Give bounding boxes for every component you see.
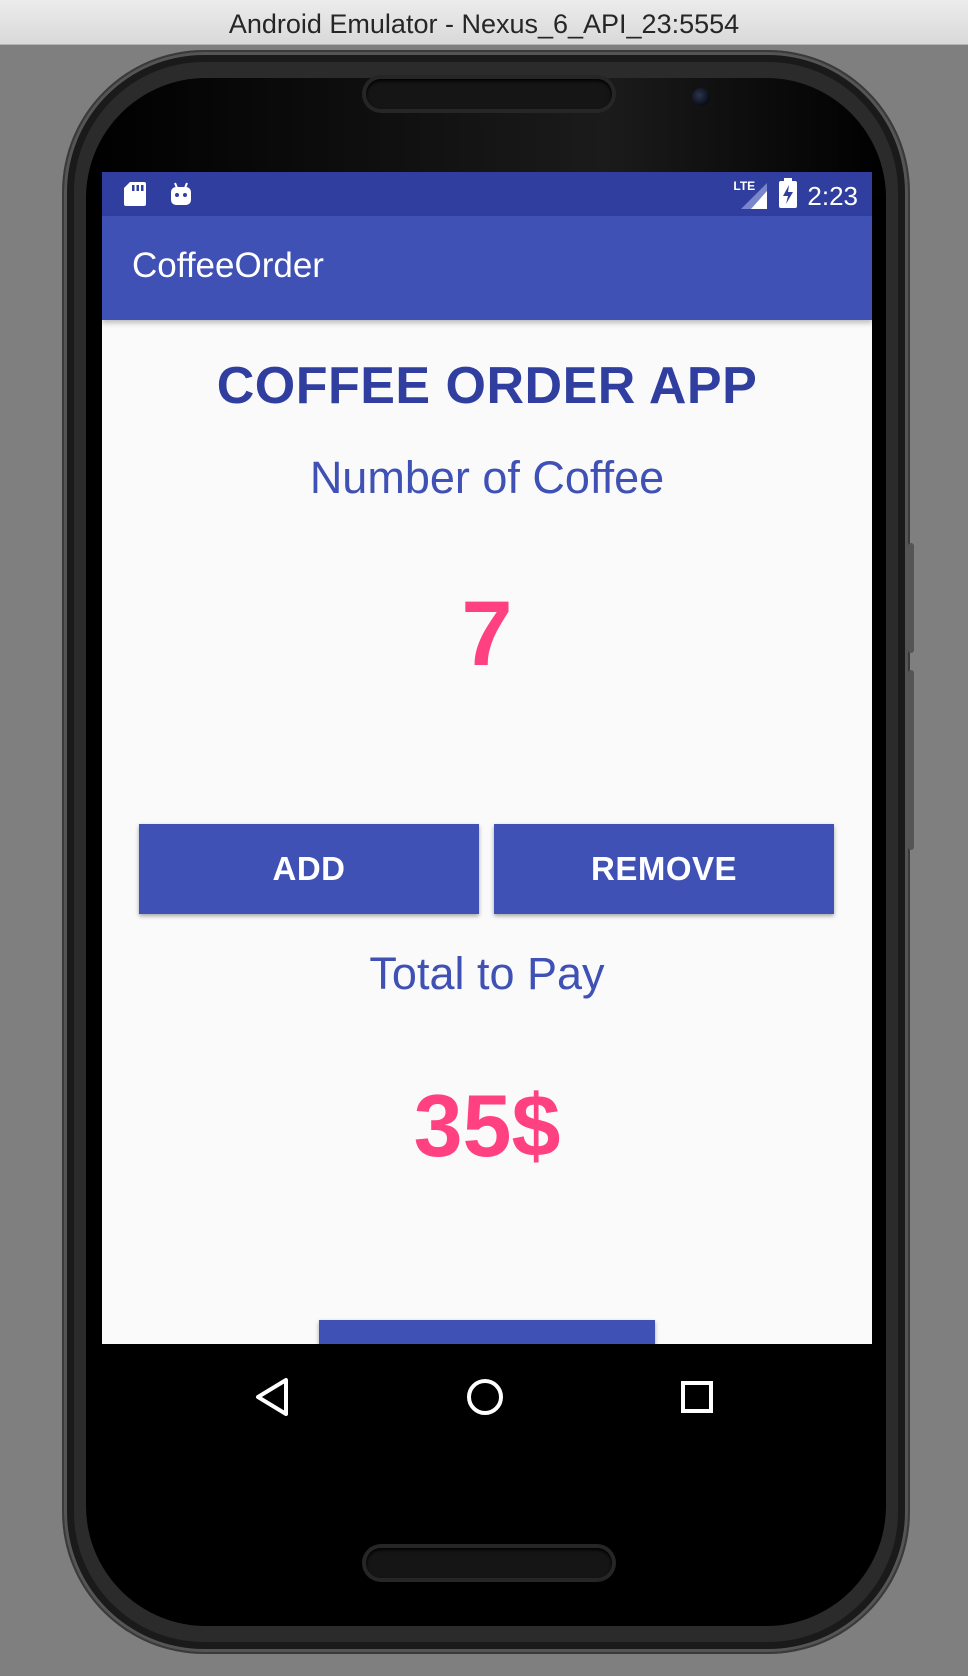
battery-charging-icon (779, 178, 798, 213)
home-icon[interactable] (460, 1372, 510, 1422)
sd-card-icon (122, 180, 148, 213)
lte-label: LTE (733, 178, 756, 193)
quantity-value: 7 (461, 583, 513, 685)
emulator-title-bar: Android Emulator - Nexus_6_API_23:5554 (0, 0, 968, 45)
volume-button[interactable] (908, 543, 914, 653)
android-icon (168, 180, 194, 213)
recents-icon[interactable] (672, 1372, 722, 1422)
app-title: CoffeeOrder (132, 246, 324, 285)
bottom-speaker (366, 1548, 612, 1578)
status-bar: LTE 2:23 (102, 172, 872, 216)
status-time: 2:23 (807, 180, 858, 211)
add-button[interactable]: ADD (139, 824, 479, 914)
front-camera (692, 88, 710, 106)
remove-button[interactable]: REMOVE (494, 824, 834, 914)
power-button[interactable] (908, 670, 914, 850)
navigation-bar (102, 1344, 872, 1450)
top-speaker (366, 79, 612, 109)
main-content: COFFEE ORDER APP Number of Coffee 7 ADD … (102, 320, 872, 1410)
emulator-window-title: Android Emulator - Nexus_6_API_23:5554 (228, 9, 740, 39)
quantity-label: Number of Coffee (309, 452, 665, 503)
device-screen: LTE 2:23 CoffeeOrder COFFEE ORDER APP Nu… (102, 172, 872, 1450)
total-label: Total to Pay (369, 948, 605, 999)
total-value: 35$ (413, 1076, 561, 1175)
back-icon[interactable] (248, 1372, 298, 1422)
lte-signal-icon: LTE (733, 178, 769, 211)
app-bar: CoffeeOrder (102, 216, 872, 320)
page-title: COFFEE ORDER APP (216, 357, 758, 415)
